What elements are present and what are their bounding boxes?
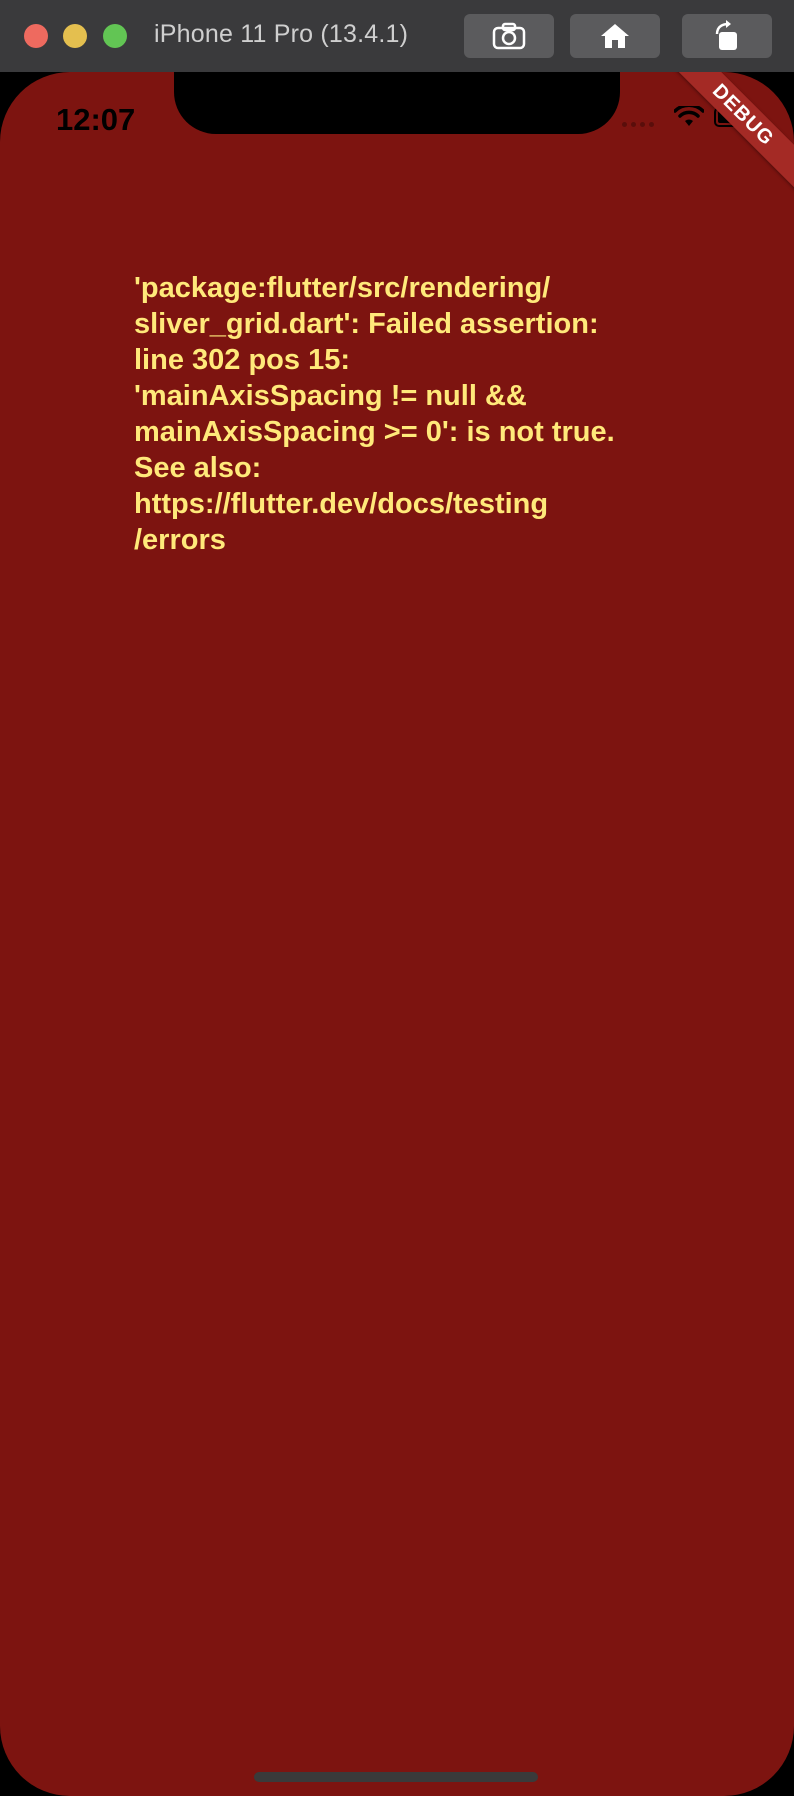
error-line: https://flutter.dev/docs/testing [134, 488, 549, 520]
device-frame: 12:07 DEBUG 'package:flutter/src/renderi… [0, 72, 794, 1796]
error-line: sliver_grid.dart': Failed assertion: [134, 308, 599, 340]
home-icon [601, 24, 629, 48]
rotate-button[interactable] [682, 14, 772, 58]
simulator-window: iPhone 11 Pro (13.4.1) 12:07 DEBUG 'pack… [0, 0, 794, 1796]
error-line: 'package:flutter/src/rendering/ [134, 272, 551, 304]
status-time: 12:07 [56, 102, 136, 137]
signal-icon [622, 121, 654, 127]
error-line: mainAxisSpacing >= 0': is not true. [134, 416, 615, 448]
debug-banner: DEBUG [665, 72, 794, 193]
screenshot-button[interactable] [464, 14, 554, 58]
app-screen[interactable]: 12:07 DEBUG 'package:flutter/src/renderi… [0, 72, 794, 1796]
wifi-icon [674, 106, 704, 126]
title-bar: iPhone 11 Pro (13.4.1) [0, 0, 794, 73]
home-button[interactable] [570, 14, 660, 58]
window-title: iPhone 11 Pro (13.4.1) [154, 20, 409, 48]
minimize-window-button[interactable] [63, 24, 87, 48]
error-message: 'package:flutter/src/rendering/ sliver_g… [134, 270, 694, 558]
device-notch [174, 72, 620, 134]
error-line: /errors [134, 524, 226, 556]
camera-icon [492, 22, 526, 50]
error-line: 'mainAxisSpacing != null && [134, 380, 527, 412]
error-line: line 302 pos 15: [134, 344, 350, 376]
zoom-window-button[interactable] [103, 24, 127, 48]
close-window-button[interactable] [24, 24, 48, 48]
error-line: See also: [134, 452, 262, 484]
home-indicator[interactable] [254, 1772, 538, 1782]
rotate-icon [715, 20, 737, 50]
